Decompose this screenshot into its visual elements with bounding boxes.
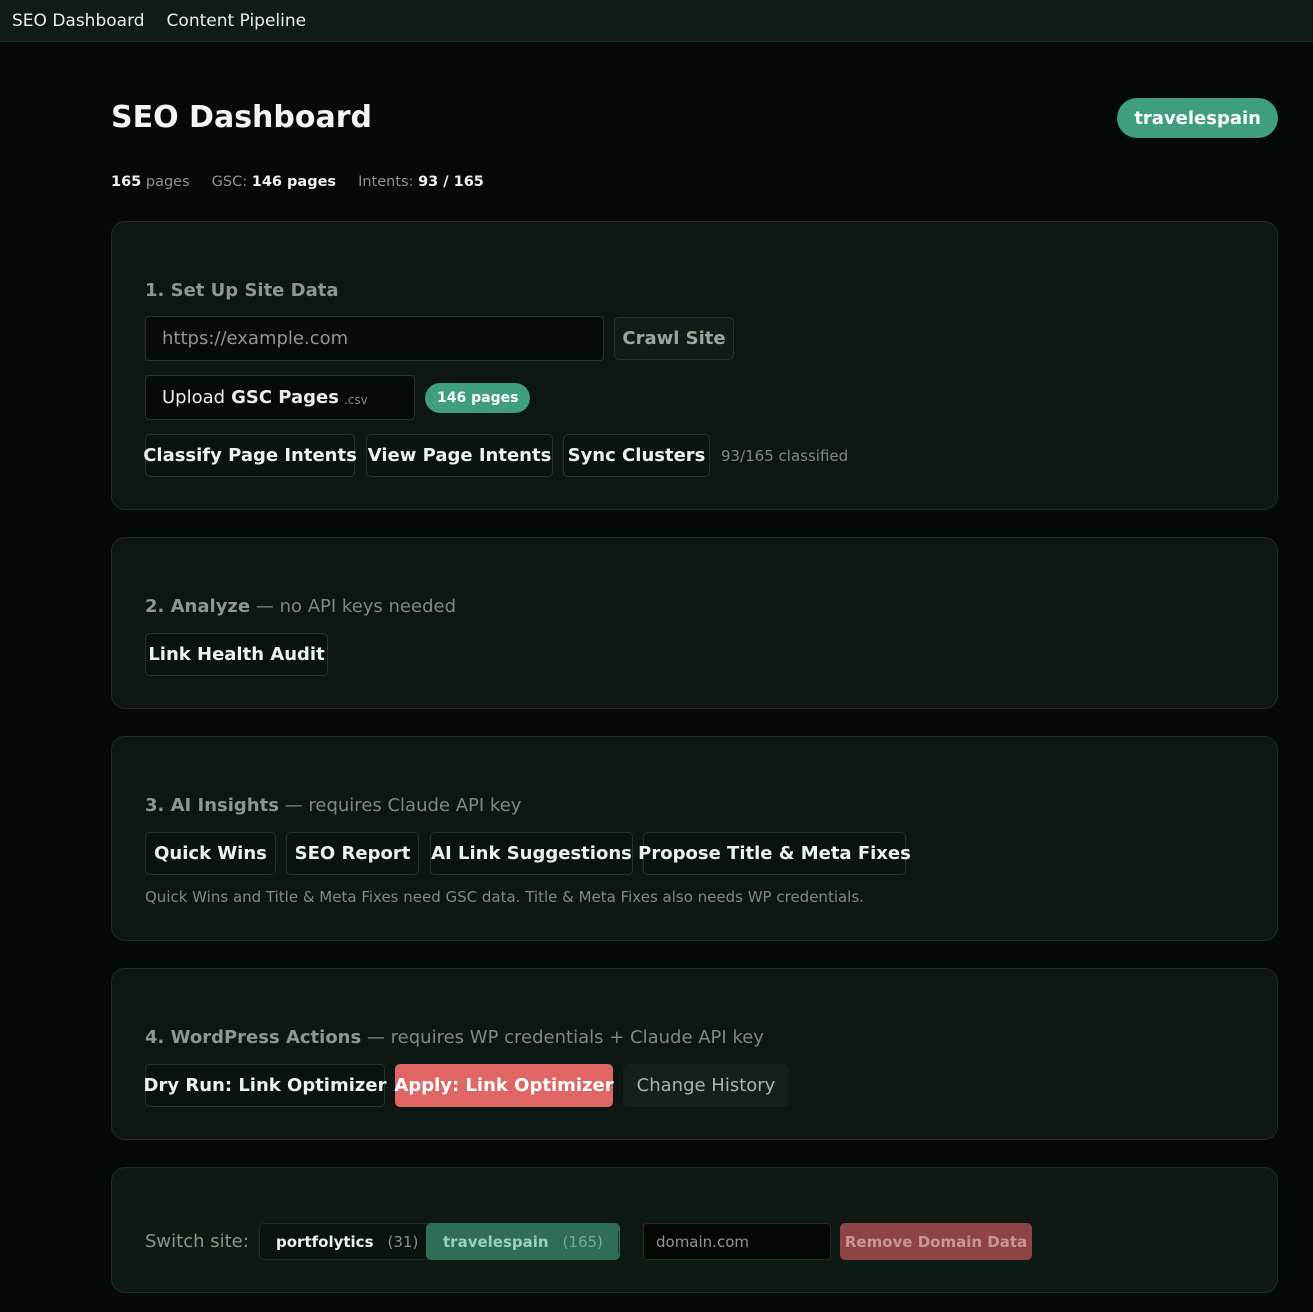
analyze-title-text: 2. Analyze xyxy=(145,596,251,617)
nav-seo-dashboard[interactable]: SEO Dashboard xyxy=(12,11,145,31)
analyze-title: 2. Analyze — no API keys needed xyxy=(145,596,456,617)
setup-title: 1. Set Up Site Data xyxy=(145,280,339,301)
stat-pages: 165 pages xyxy=(111,174,190,190)
stat-pages-value: 165 xyxy=(111,174,142,190)
top-nav: SEO Dashboard Content Pipeline xyxy=(0,0,1313,42)
site-chip-travelespain[interactable]: travelespain (165) xyxy=(426,1223,620,1260)
stat-gsc: GSC: 146 pages xyxy=(212,174,336,190)
stat-intents-label: Intents: xyxy=(358,174,414,190)
domain-input[interactable] xyxy=(643,1223,831,1260)
stat-intents: Intents: 93 / 165 xyxy=(358,174,484,190)
site-switcher-card: Switch site: portfolytics (31) travelesp… xyxy=(111,1167,1278,1293)
stat-gsc-value: 146 pages xyxy=(251,174,337,190)
classified-count: 93/165 classified xyxy=(721,447,849,465)
site-url-input[interactable] xyxy=(145,316,604,361)
analyze-card: 2. Analyze — no API keys needed Link Hea… xyxy=(111,537,1278,709)
wordpress-title: 4. WordPress Actions — requires WP crede… xyxy=(145,1027,764,1048)
ai-link-suggestions-button[interactable]: AI Link Suggestions xyxy=(430,832,633,875)
change-history-button[interactable]: Change History xyxy=(623,1064,789,1107)
stats-bar: 165 pages GSC: 146 pages Intents: 93 / 1… xyxy=(111,174,506,190)
gsc-pages-badge: 146 pages xyxy=(425,383,531,413)
page-title: SEO Dashboard xyxy=(111,100,373,135)
ai-subtitle: — requires Claude API key xyxy=(284,795,522,816)
upload-strong: GSC Pages xyxy=(231,387,339,408)
site-chip-name: travelespain xyxy=(443,1232,549,1251)
ai-title-text: 3. AI Insights xyxy=(145,795,279,816)
view-intents-button[interactable]: View Page Intents xyxy=(366,434,553,477)
switcher-divider xyxy=(618,1231,619,1253)
site-chip-portfolytics[interactable]: portfolytics (31) xyxy=(259,1223,436,1260)
ai-requirements-note: Quick Wins and Title & Meta Fixes need G… xyxy=(145,888,864,906)
wordpress-title-text: 4. WordPress Actions xyxy=(145,1027,362,1048)
ai-title: 3. AI Insights — requires Claude API key xyxy=(145,795,521,816)
stat-pages-label: pages xyxy=(145,174,190,190)
link-health-audit-button[interactable]: Link Health Audit xyxy=(145,633,328,676)
stat-intents-value: 93 / 165 xyxy=(418,174,484,190)
remove-domain-data-button[interactable]: Remove Domain Data xyxy=(840,1223,1032,1260)
nav-content-pipeline[interactable]: Content Pipeline xyxy=(167,11,307,31)
apply-link-optimizer-button[interactable]: Apply: Link Optimizer xyxy=(394,1064,614,1107)
quick-wins-button[interactable]: Quick Wins xyxy=(145,832,276,875)
sync-clusters-button[interactable]: Sync Clusters xyxy=(563,434,710,477)
site-chip-name: portfolytics xyxy=(276,1232,374,1251)
upload-prefix: Upload xyxy=(162,387,226,408)
stat-gsc-label: GSC: xyxy=(211,174,248,190)
wordpress-subtitle: — requires WP credentials + Claude API k… xyxy=(366,1027,764,1048)
ai-insights-card: 3. AI Insights — requires Claude API key… xyxy=(111,736,1278,941)
dry-run-link-optimizer-button[interactable]: Dry Run: Link Optimizer xyxy=(144,1064,386,1107)
classify-intents-button[interactable]: Classify Page Intents xyxy=(143,434,357,477)
setup-card: 1. Set Up Site Data Crawl Site Upload GS… xyxy=(111,221,1278,510)
switch-site-label: Switch site: xyxy=(145,1231,249,1252)
site-chip-count: (165) xyxy=(562,1232,603,1251)
analyze-subtitle: — no API keys needed xyxy=(255,596,456,617)
site-chip-count: (31) xyxy=(387,1232,419,1251)
current-site-badge[interactable]: travelespain xyxy=(1117,98,1278,138)
seo-report-button[interactable]: SEO Report xyxy=(286,832,419,875)
crawl-site-button[interactable]: Crawl Site xyxy=(614,317,734,360)
upload-gsc-button[interactable]: Upload GSC Pages .csv xyxy=(145,375,415,420)
upload-ext: .csv xyxy=(343,392,368,407)
wordpress-card: 4. WordPress Actions — requires WP crede… xyxy=(111,968,1278,1140)
setup-title-text: 1. Set Up Site Data xyxy=(145,280,339,301)
propose-title-meta-button[interactable]: Propose Title & Meta Fixes xyxy=(638,832,911,875)
